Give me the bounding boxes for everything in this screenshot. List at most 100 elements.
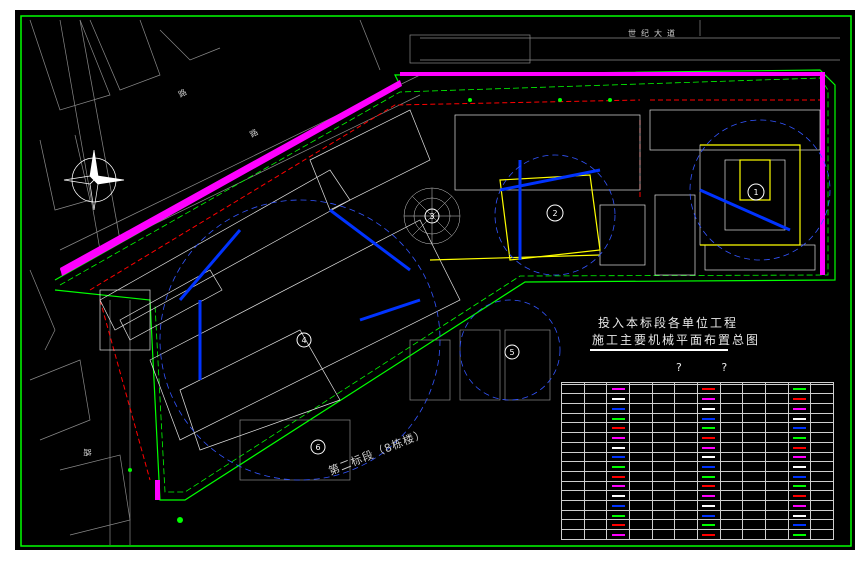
legend-cell xyxy=(674,383,698,395)
legend-symbol xyxy=(792,427,806,430)
marker-1: 1 xyxy=(753,188,758,197)
legend-cell xyxy=(628,480,653,492)
marker-2: 2 xyxy=(552,209,557,218)
legend-cell xyxy=(606,500,630,511)
legend-cell xyxy=(583,500,608,511)
legend-row xyxy=(561,480,834,492)
legend-row xyxy=(561,383,834,395)
legend-table xyxy=(561,382,834,540)
legend-cell xyxy=(561,490,585,502)
legend-symbol xyxy=(611,514,625,517)
legend-cell xyxy=(583,470,608,482)
legend-cell xyxy=(719,519,744,531)
legend-symbol xyxy=(702,466,716,469)
legend-cell xyxy=(719,529,744,540)
legend-cell xyxy=(742,441,766,453)
legend-symbol xyxy=(792,485,806,488)
compass-icon xyxy=(63,149,125,211)
legend-symbol xyxy=(611,398,625,401)
legend-cell xyxy=(696,383,721,395)
legend-cell xyxy=(606,509,630,521)
legend-cell xyxy=(561,470,585,482)
legend-cell xyxy=(628,509,653,521)
legend-symbol xyxy=(702,524,716,527)
legend-cell xyxy=(810,490,834,502)
legend-symbol xyxy=(792,446,806,449)
legend-cell xyxy=(696,422,721,434)
legend-symbol xyxy=(611,466,625,469)
legend-cell xyxy=(674,500,698,511)
legend-cell xyxy=(696,480,721,492)
legend-row xyxy=(561,519,834,531)
legend-cell xyxy=(674,432,698,443)
legend-cell xyxy=(764,422,789,434)
marker-4: 4 xyxy=(301,336,306,345)
legend-cell xyxy=(810,500,834,511)
legend-cell xyxy=(787,529,812,540)
legend-cell xyxy=(764,509,789,521)
legend-cell xyxy=(764,432,789,443)
legend-cell xyxy=(583,403,608,414)
legend-cell xyxy=(583,393,608,405)
legend-cell xyxy=(628,519,653,531)
legend-symbol xyxy=(702,407,716,410)
legend-cell xyxy=(742,403,766,414)
legend-cell xyxy=(561,393,585,405)
legend-symbol xyxy=(702,446,716,449)
legend-symbol xyxy=(702,504,716,507)
legend-cell xyxy=(628,529,653,540)
legend-cell xyxy=(696,412,721,424)
legend-cell xyxy=(696,519,721,531)
legend-cell xyxy=(742,383,766,395)
legend-cell xyxy=(651,490,676,502)
legend-cell xyxy=(628,441,653,453)
legend-cell xyxy=(561,529,585,540)
legend-cell xyxy=(651,393,676,405)
legend-cell xyxy=(787,490,812,502)
legend-cell xyxy=(674,519,698,531)
legend-symbol xyxy=(611,456,625,459)
legend-cell xyxy=(583,412,608,424)
marker-5: 5 xyxy=(509,348,514,357)
legend-cell xyxy=(674,461,698,472)
road-label-west: 路 xyxy=(82,448,92,463)
legend-symbol xyxy=(611,504,625,507)
legend-cell xyxy=(583,509,608,521)
legend-row xyxy=(561,500,834,511)
legend-cell xyxy=(742,519,766,531)
legend-cell xyxy=(651,432,676,443)
legend-cell xyxy=(742,461,766,472)
legend-row xyxy=(561,529,834,540)
legend-cell xyxy=(628,422,653,434)
legend-symbol xyxy=(792,466,806,469)
legend-cell xyxy=(628,461,653,472)
legend-cell xyxy=(764,480,789,492)
legend-cell xyxy=(719,451,744,463)
legend-cell xyxy=(606,393,630,405)
legend-symbol xyxy=(702,485,716,488)
legend-row xyxy=(561,403,834,414)
legend-symbol xyxy=(611,475,625,478)
legend-cell xyxy=(719,393,744,405)
legend-cell xyxy=(651,461,676,472)
legend-cell xyxy=(674,403,698,414)
legend-cell xyxy=(674,480,698,492)
legend-cell xyxy=(787,422,812,434)
legend-cell xyxy=(674,529,698,540)
legend-cell xyxy=(810,470,834,482)
marker-6: 6 xyxy=(315,443,320,452)
legend-cell xyxy=(628,490,653,502)
legend-cell xyxy=(628,412,653,424)
legend-cell xyxy=(764,383,789,395)
legend-cell xyxy=(561,509,585,521)
legend-cell xyxy=(606,432,630,443)
legend-row xyxy=(561,441,834,453)
legend-symbol xyxy=(611,427,625,430)
legend-cell xyxy=(606,412,630,424)
legend-cell xyxy=(651,480,676,492)
legend-cell xyxy=(583,383,608,395)
legend-symbol xyxy=(702,475,716,478)
legend-cell xyxy=(674,470,698,482)
legend-cell xyxy=(674,441,698,453)
legend-cell xyxy=(810,393,834,405)
